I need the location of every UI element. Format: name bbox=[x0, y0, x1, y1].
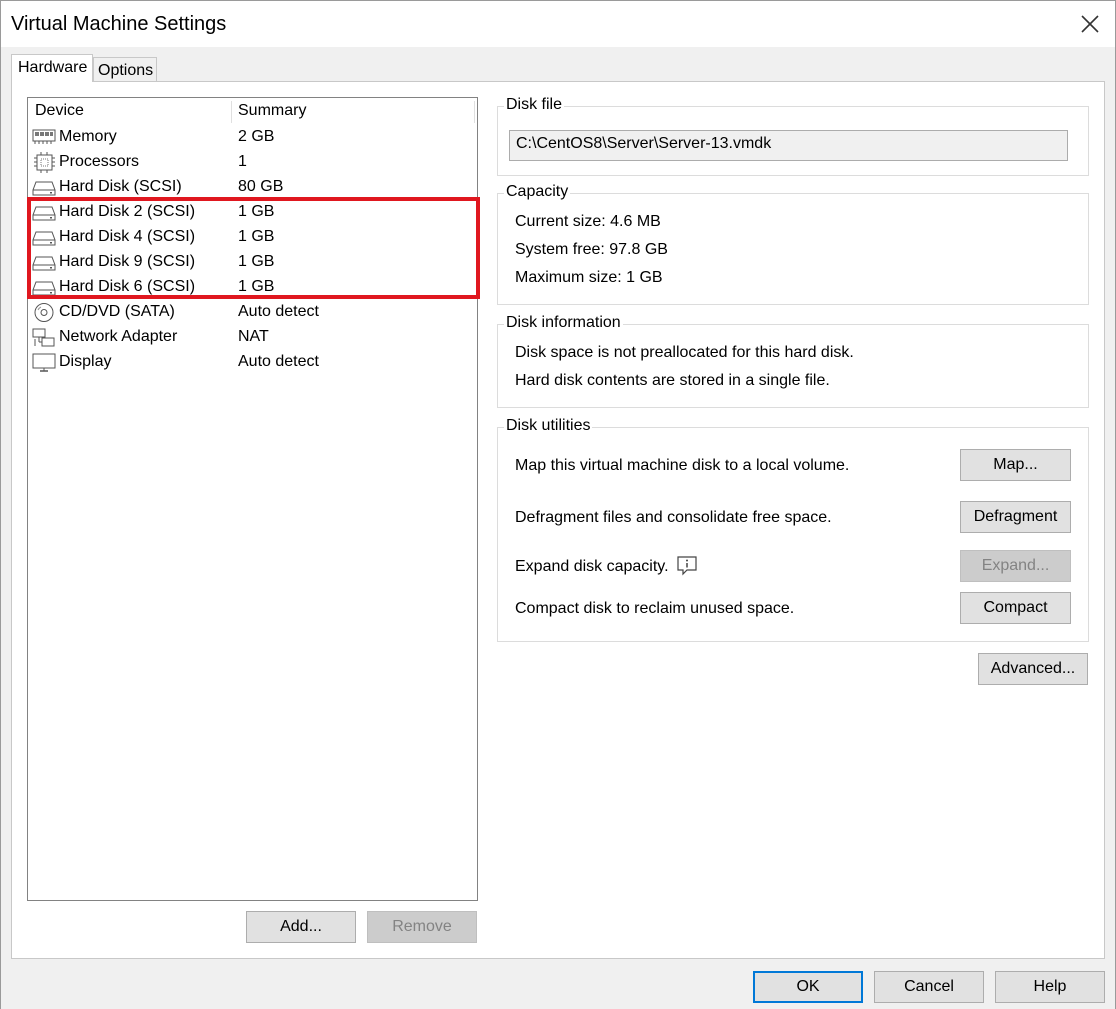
device-summary: 1 GB bbox=[238, 253, 275, 270]
column-divider bbox=[474, 101, 475, 123]
tab-options[interactable]: Options bbox=[93, 57, 157, 83]
device-summary: Auto detect bbox=[238, 353, 319, 370]
device-name: Hard Disk (SCSI) bbox=[59, 178, 182, 195]
current-size-text: Current size: 4.6 MB bbox=[515, 213, 661, 230]
cancel-button[interactable]: Cancel bbox=[874, 971, 984, 1003]
device-name: Memory bbox=[59, 128, 117, 145]
disk-file-label: Disk file bbox=[504, 96, 565, 114]
info-icon[interactable] bbox=[676, 555, 698, 577]
device-row-hard-disk-9[interactable]: Hard Disk 9 (SCSI) 1 GB bbox=[30, 250, 475, 275]
device-row-memory[interactable]: Memory 2 GB bbox=[30, 125, 475, 150]
disk-utilities-label: Disk utilities bbox=[504, 417, 593, 435]
device-name: Hard Disk 2 (SCSI) bbox=[59, 203, 196, 220]
disk-info-line-2: Hard disk contents are stored in a singl… bbox=[515, 372, 830, 389]
network-adapter-icon bbox=[32, 328, 55, 347]
device-list[interactable]: Device Summary Memory 2 GB Processors 1 … bbox=[27, 97, 478, 901]
maximum-size-text: Maximum size: 1 GB bbox=[515, 269, 663, 286]
device-row-hard-disk-2[interactable]: Hard Disk 2 (SCSI) 1 GB bbox=[30, 200, 475, 225]
device-row-hard-disk[interactable]: Hard Disk (SCSI) 80 GB bbox=[30, 175, 475, 200]
cd-dvd-icon bbox=[34, 303, 54, 322]
device-summary: 80 GB bbox=[238, 178, 284, 195]
device-row-display[interactable]: Display Auto detect bbox=[30, 350, 475, 375]
hard-disk-icon bbox=[32, 256, 56, 271]
device-row-processors[interactable]: Processors 1 bbox=[30, 150, 475, 175]
device-row-network-adapter[interactable]: Network Adapter NAT bbox=[30, 325, 475, 350]
disk-information-label: Disk information bbox=[504, 314, 623, 332]
compact-button[interactable]: Compact bbox=[960, 592, 1071, 624]
ok-button[interactable]: OK bbox=[753, 971, 863, 1003]
hard-disk-icon bbox=[32, 231, 56, 246]
map-button[interactable]: Map... bbox=[960, 449, 1071, 481]
disk-utilities-group: Disk utilities Map this virtual machine … bbox=[497, 417, 1089, 642]
device-column-header[interactable]: Device bbox=[35, 102, 84, 120]
hard-disk-icon bbox=[32, 281, 56, 296]
advanced-button[interactable]: Advanced... bbox=[978, 653, 1088, 685]
device-row-hard-disk-4[interactable]: Hard Disk 4 (SCSI) 1 GB bbox=[30, 225, 475, 250]
map-description: Map this virtual machine disk to a local… bbox=[515, 457, 850, 474]
display-icon bbox=[32, 353, 56, 372]
device-row-hard-disk-6[interactable]: Hard Disk 6 (SCSI) 1 GB bbox=[30, 275, 475, 300]
expand-button[interactable]: Expand... bbox=[960, 550, 1071, 582]
vm-settings-dialog: Virtual Machine Settings Hardware Option… bbox=[0, 0, 1116, 1009]
disk-info-line-1: Disk space is not preallocated for this … bbox=[515, 344, 854, 361]
add-button[interactable]: Add... bbox=[246, 911, 356, 943]
device-name: Hard Disk 9 (SCSI) bbox=[59, 253, 196, 270]
device-summary: 1 bbox=[238, 153, 247, 170]
processor-icon bbox=[34, 152, 55, 173]
hard-disk-icon bbox=[32, 206, 56, 221]
device-name: CD/DVD (SATA) bbox=[59, 303, 175, 320]
device-row-cd-dvd[interactable]: CD/DVD (SATA) Auto detect bbox=[30, 300, 475, 325]
device-name: Hard Disk 4 (SCSI) bbox=[59, 228, 196, 245]
memory-icon bbox=[32, 129, 56, 144]
help-button[interactable]: Help bbox=[995, 971, 1105, 1003]
summary-column-header[interactable]: Summary bbox=[238, 102, 306, 120]
title-bar: Virtual Machine Settings bbox=[1, 1, 1115, 47]
capacity-group: Capacity Current size: 4.6 MB System fre… bbox=[497, 183, 1089, 305]
window-title: Virtual Machine Settings bbox=[11, 13, 227, 35]
defragment-button[interactable]: Defragment bbox=[960, 501, 1071, 533]
device-name: Hard Disk 6 (SCSI) bbox=[59, 278, 196, 295]
device-summary: Auto detect bbox=[238, 303, 319, 320]
capacity-label: Capacity bbox=[504, 183, 571, 201]
system-free-text: System free: 97.8 GB bbox=[515, 241, 668, 258]
device-name: Network Adapter bbox=[59, 328, 178, 345]
disk-file-path-field[interactable]: C:\CentOS8\Server\Server-13.vmdk bbox=[509, 130, 1068, 161]
remove-button[interactable]: Remove bbox=[367, 911, 477, 943]
device-summary: NAT bbox=[238, 328, 269, 345]
device-summary: 2 GB bbox=[238, 128, 275, 145]
disk-information-group: Disk information Disk space is not preal… bbox=[497, 314, 1089, 408]
tab-hardware[interactable]: Hardware bbox=[11, 54, 93, 82]
device-name: Processors bbox=[59, 153, 140, 170]
disk-file-group: Disk file C:\CentOS8\Server\Server-13.vm… bbox=[497, 96, 1089, 176]
device-summary: 1 GB bbox=[238, 228, 275, 245]
device-summary: 1 GB bbox=[238, 203, 275, 220]
dialog-footer: OK Cancel Help bbox=[1, 959, 1115, 1009]
column-divider bbox=[231, 101, 232, 123]
compact-description: Compact disk to reclaim unused space. bbox=[515, 600, 795, 617]
close-button[interactable] bbox=[1077, 11, 1103, 37]
expand-description: Expand disk capacity. bbox=[515, 558, 669, 575]
defragment-description: Defragment files and consolidate free sp… bbox=[515, 509, 832, 526]
device-name: Display bbox=[59, 353, 112, 370]
close-icon bbox=[1081, 15, 1099, 33]
hard-disk-icon bbox=[32, 181, 56, 196]
device-summary: 1 GB bbox=[238, 278, 275, 295]
